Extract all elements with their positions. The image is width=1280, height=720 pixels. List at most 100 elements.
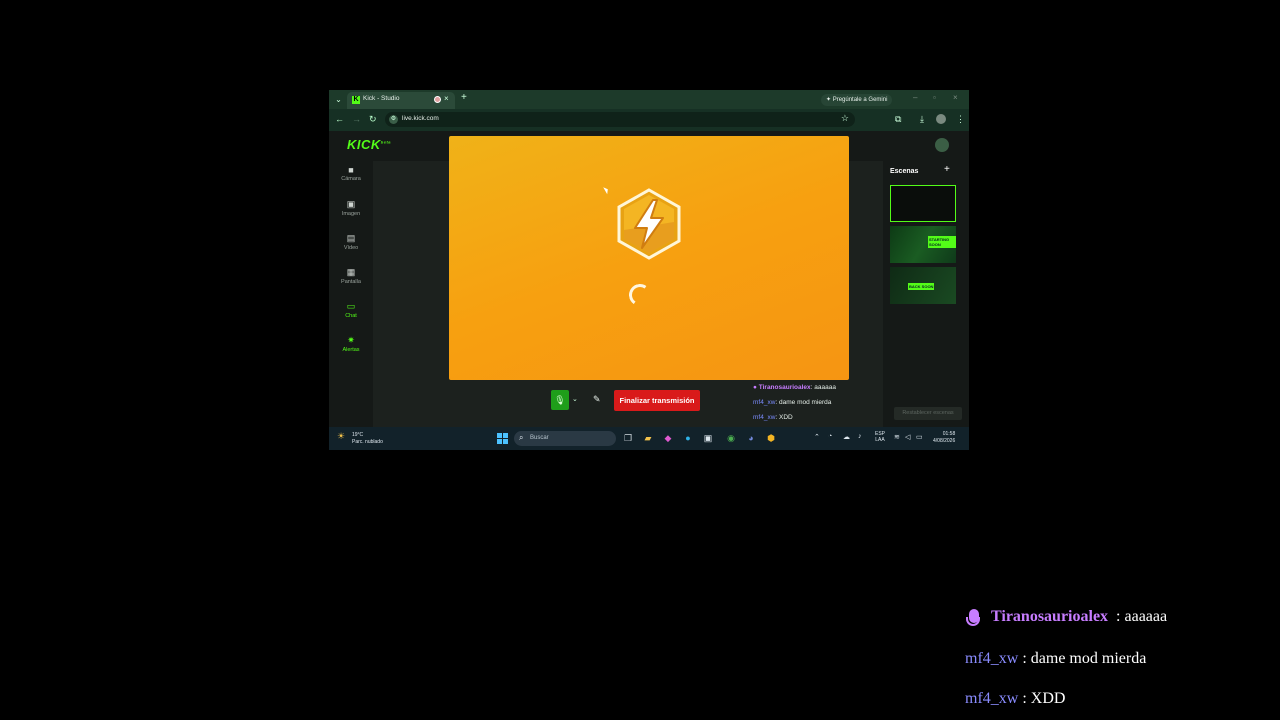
chat-icon: ▭ [346, 301, 356, 311]
tray-app-icon[interactable]: ◔ [828, 433, 832, 440]
wifi-icon[interactable]: ≋ [894, 433, 900, 441]
clock-time: 01:58 [942, 431, 956, 437]
microphone-icon [966, 609, 980, 626]
kick-studio-app-icon[interactable]: ⬢ [765, 432, 777, 444]
chat-username: mf4_xw [753, 399, 776, 406]
sidebar-label: Chat [345, 313, 357, 319]
minimize-icon[interactable]: – [913, 93, 917, 102]
tab-close-icon[interactable]: × [444, 94, 449, 103]
tab-title: Kick - Studio [363, 95, 400, 102]
overlay-username: Tiranosaurioalex [991, 608, 1109, 625]
maximize-icon[interactable]: ▫ [933, 93, 936, 102]
stream-preview[interactable] [449, 136, 849, 380]
chat-text: : aaaaaa [810, 384, 836, 391]
scene-thumbnail[interactable] [890, 185, 956, 222]
logo-beta: beta [380, 139, 392, 145]
sidebar-label: Imagen [341, 211, 361, 217]
bookmark-star-icon[interactable]: ☆ [841, 113, 849, 124]
edge-icon[interactable]: ● [682, 432, 694, 444]
chat-message: mf4_xw: XDD [753, 414, 793, 421]
film-icon: ▤ [346, 233, 356, 243]
reset-scenes-button[interactable]: Restablecer escenas [894, 407, 962, 420]
sidebar-item-image[interactable]: ▣ Imagen [329, 199, 373, 217]
overlay-text: : aaaaaa [1116, 608, 1168, 625]
gemini-button[interactable]: ✦ Pregúntale a Gemini [821, 94, 893, 106]
scene-thumbnail[interactable]: BACK SOON [890, 267, 956, 304]
reload-icon[interactable]: ↻ [369, 114, 377, 125]
tab-kick-studio[interactable]: K Kick - Studio × [347, 92, 455, 109]
chevron-down-icon[interactable]: ⌄ [572, 395, 578, 403]
screen-icon: ▦ [346, 267, 356, 277]
add-scene-button[interactable]: + [944, 164, 950, 175]
discord-icon[interactable]: ◕ [745, 432, 757, 444]
tab-strip: ⌄ K Kick - Studio × + ✦ Pregúntale a Gem… [329, 90, 969, 109]
mouse-cursor-icon [603, 185, 610, 195]
search-placeholder: Buscar [530, 435, 549, 441]
scene-thumbnail[interactable]: STARTING SOON [890, 226, 956, 263]
menu-dots-icon[interactable]: ⋮ [956, 114, 965, 125]
store-icon[interactable]: ▣ [702, 432, 714, 444]
battery-icon[interactable]: ▭ [916, 433, 923, 441]
sidebar-item-video[interactable]: ▤ Vídeo [329, 233, 373, 251]
chat-text: : dame mod mierda [775, 399, 832, 406]
microphone-button[interactable]: 🎙 [551, 390, 569, 410]
weather-temp: 19°C [352, 432, 364, 438]
confetti-icon: ✷ [347, 335, 355, 345]
image-icon: ▣ [346, 199, 356, 209]
mic-tray-icon[interactable]: ♪ [858, 433, 862, 440]
forward-icon[interactable]: → [352, 114, 361, 124]
new-tab-button[interactable]: + [461, 92, 467, 103]
kick-studio: KICKbeta ■ Cámara ▣ Imagen ▤ Vídeo ▦ Pantall… [329, 131, 969, 427]
mic-icon: ● [753, 384, 757, 391]
back-icon[interactable]: ← [335, 114, 344, 124]
edit-pencil-icon[interactable]: ✎ [593, 394, 601, 405]
tab-search-icon[interactable]: ⌄ [333, 94, 344, 105]
chrome-icon[interactable]: ◉ [725, 432, 737, 444]
sidebar-item-alerts[interactable]: ✷ Alertas [329, 335, 373, 353]
kick-logo[interactable]: KICKbeta [347, 137, 391, 152]
overlay-username: mf4_xw [965, 650, 1019, 667]
overlay-chat-message: Tiranosaurioalex : aaaaaa [965, 608, 1167, 626]
volume-icon[interactable]: ◁ [905, 433, 910, 441]
copilot-icon[interactable]: ◆ [662, 432, 674, 444]
download-icon[interactable]: ⤓ [920, 114, 924, 125]
scenes-title: Escenas [890, 168, 919, 175]
user-avatar[interactable] [935, 138, 949, 152]
recording-icon [434, 96, 441, 103]
chat-username: mf4_xw [753, 414, 776, 421]
sidebar-label: Cámara [341, 176, 361, 182]
tray-chevron-icon[interactable]: ⌃ [814, 433, 820, 441]
clock[interactable]: 01:58 4/08/2026 [933, 431, 955, 445]
address-bar[interactable]: ⚙ live.kick.com ☆ [385, 112, 855, 127]
sidebar-item-screen[interactable]: ▦ Pantalla [329, 267, 373, 285]
window-close-icon[interactable]: × [953, 93, 958, 102]
end-stream-button[interactable]: Finalizar transmisión [614, 390, 700, 411]
scene-badge: STARTING SOON [928, 236, 956, 248]
extensions-icon[interactable]: ⧉ [895, 114, 901, 125]
browser-window: ⌄ K Kick - Studio × + ✦ Pregúntale a Gem… [329, 90, 969, 450]
clock-date: 4/08/2026 [933, 438, 956, 444]
loading-spinner [627, 282, 653, 308]
chat-message: ● Tiranosaurioalex: aaaaaa [753, 384, 836, 391]
overlay-text: : XDD [1022, 690, 1066, 707]
profile-avatar[interactable] [936, 114, 946, 124]
sidebar-item-chat[interactable]: ▭ Chat [329, 301, 373, 319]
file-explorer-icon[interactable]: ▰ [642, 432, 654, 444]
sidebar-item-camera[interactable]: ■ Cámara [329, 165, 373, 182]
chat-text: : XDD [775, 414, 793, 421]
windows-start-icon[interactable] [497, 433, 508, 444]
overlay-chat-message: mf4_xw : XDD [965, 690, 1065, 708]
weather-desc: Parc. nublado [352, 439, 383, 445]
logo-text: KICK [347, 137, 381, 152]
taskbar-search[interactable]: ⌕ Buscar [514, 431, 616, 446]
onedrive-icon[interactable]: ☁ [843, 433, 850, 441]
site-info-icon[interactable]: ⚙ [389, 115, 398, 124]
task-view-icon[interactable]: ❐ [622, 432, 634, 444]
taskbar: ☀ 19°C Parc. nublado ⌕ Buscar ❐ ▰ ◆ ● ▣ … [329, 427, 969, 450]
sidebar-label: Vídeo [343, 245, 359, 251]
lightning-badge-icon [617, 188, 681, 260]
search-icon: ⌕ [519, 433, 524, 442]
kick-favicon-icon: K [352, 96, 360, 104]
language-indicator[interactable]: ESP LAA [875, 431, 885, 443]
gemini-label: Pregúntale a Gemini [832, 97, 888, 103]
